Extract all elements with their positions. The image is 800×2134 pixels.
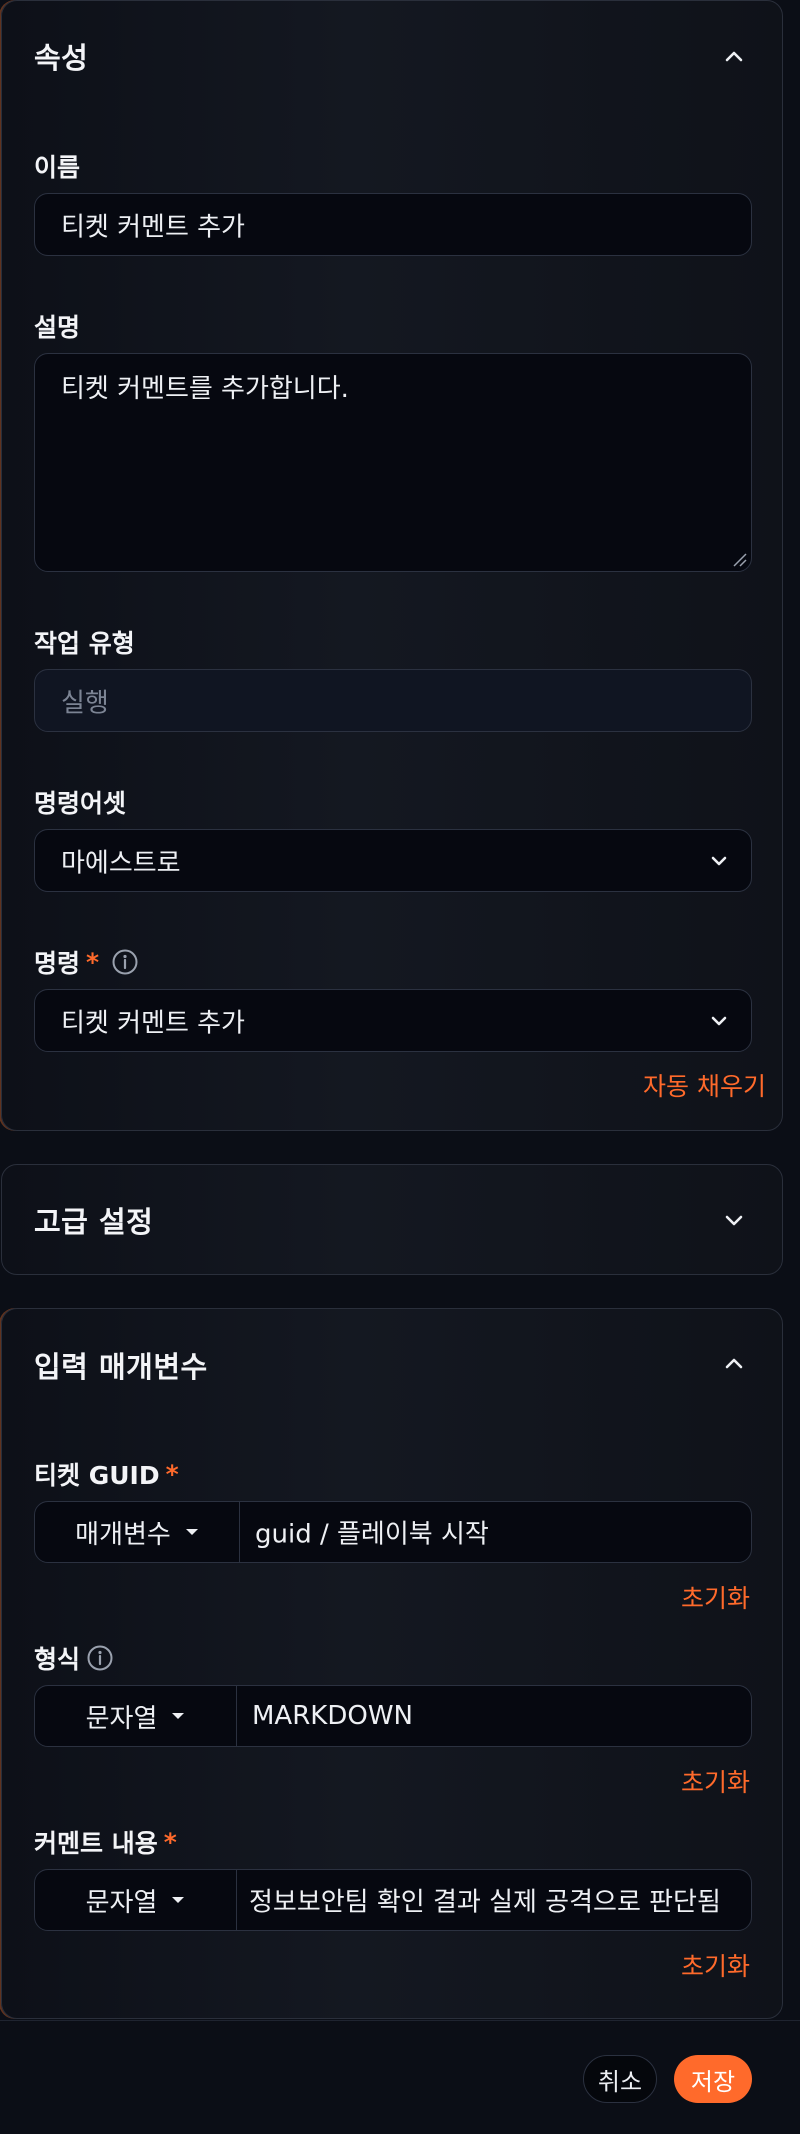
- reset-link[interactable]: 초기화: [681, 1579, 750, 1615]
- properties-header[interactable]: 속성: [2, 1, 782, 111]
- asset-select[interactable]: 마에스트로: [34, 829, 752, 892]
- name-input-value: 티켓 커멘트 추가: [61, 212, 245, 242]
- caret-down-icon: [185, 1529, 198, 1535]
- param-label-text: 형식: [34, 1645, 81, 1674]
- reset-link[interactable]: 초기화: [681, 1763, 750, 1799]
- chevron-down-icon[interactable]: [714, 1200, 754, 1240]
- info-icon[interactable]: [111, 948, 139, 976]
- name-label: 이름: [34, 148, 80, 184]
- cancel-button[interactable]: 취소: [583, 2055, 657, 2103]
- param-type-value: 문자열: [85, 1703, 158, 1734]
- properties-title: 속성: [34, 41, 89, 75]
- command-label: 명령 *: [34, 944, 139, 980]
- param-value-input[interactable]: guid / 플레이북 시작: [255, 1514, 751, 1551]
- save-button[interactable]: 저장: [674, 2055, 752, 2103]
- param-row-ticket-guid: 매개변수 guid / 플레이북 시작: [34, 1501, 752, 1563]
- caret-down-icon: [172, 1897, 185, 1903]
- caret-down-icon: [172, 1713, 185, 1719]
- param-label-text: 커멘트 내용: [34, 1829, 158, 1858]
- description-value: 티켓 커멘트를 추가합니다.: [61, 374, 349, 404]
- param-type-value: 문자열: [85, 1887, 158, 1918]
- reset-link[interactable]: 초기화: [681, 1947, 750, 1983]
- param-type-select[interactable]: 문자열: [35, 1686, 237, 1746]
- input-parameters-title: 입력 매개변수: [34, 1350, 208, 1384]
- description-textarea[interactable]: 티켓 커멘트를 추가합니다.: [34, 353, 752, 572]
- chevron-up-icon[interactable]: [714, 1344, 754, 1384]
- resize-handle-icon[interactable]: [731, 551, 747, 567]
- param-label-ticket-guid: 티켓 GUID *: [34, 1456, 179, 1492]
- asset-label: 명령어셋: [34, 784, 126, 820]
- asset-label-text: 명령어셋: [34, 789, 127, 818]
- required-asterisk: *: [163, 1827, 177, 1857]
- input-parameters-card: 입력 매개변수 티켓 GUID * 매개변수 guid / 플레이북 시작 초기…: [1, 1308, 783, 2019]
- param-value-input[interactable]: MARKDOWN: [252, 1701, 751, 1731]
- param-label-format: 형식: [34, 1640, 114, 1676]
- input-parameters-header[interactable]: 입력 매개변수: [2, 1309, 782, 1419]
- name-label-text: 이름: [34, 153, 81, 182]
- param-row-comment-content: 문자열 정보보안팀 확인 결과 실제 공격으로 판단됨: [34, 1869, 752, 1931]
- chevron-up-icon[interactable]: [714, 37, 754, 77]
- required-asterisk: *: [165, 1459, 179, 1489]
- action-settings-panel: 속성 이름 티켓 커멘트 추가 설명 티켓 커멘트를 추가합니다. 작업 유형 …: [0, 0, 800, 2134]
- job-type-value: 실행: [61, 688, 109, 718]
- job-type-field: 실행: [34, 669, 752, 732]
- footer-bar: 취소 저장: [0, 2020, 800, 2134]
- param-label-text: 티켓 GUID: [34, 1461, 160, 1490]
- job-type-label: 작업 유형: [34, 624, 135, 660]
- param-type-select[interactable]: 매개변수: [35, 1502, 240, 1562]
- chevron-down-icon: [711, 1016, 727, 1025]
- param-type-value: 매개변수: [75, 1519, 171, 1550]
- advanced-settings-title: 고급 설정: [34, 1205, 154, 1239]
- param-value-input[interactable]: 정보보안팀 확인 결과 실제 공격으로 판단됨: [249, 1882, 751, 1919]
- name-input[interactable]: 티켓 커멘트 추가: [34, 193, 752, 256]
- job-type-label-text: 작업 유형: [34, 629, 135, 658]
- asset-select-value: 마에스트로: [61, 848, 181, 878]
- command-select-value: 티켓 커멘트 추가: [61, 1008, 245, 1038]
- advanced-settings-card[interactable]: 고급 설정: [1, 1164, 783, 1275]
- info-icon[interactable]: [86, 1644, 114, 1672]
- param-row-format: 문자열 MARKDOWN: [34, 1685, 752, 1747]
- param-type-select[interactable]: 문자열: [35, 1870, 237, 1930]
- chevron-down-icon: [711, 856, 727, 865]
- command-label-text: 명령: [34, 949, 81, 978]
- properties-card: 속성 이름 티켓 커멘트 추가 설명 티켓 커멘트를 추가합니다. 작업 유형 …: [1, 0, 783, 1131]
- param-label-comment-content: 커멘트 내용 *: [34, 1824, 177, 1860]
- command-select[interactable]: 티켓 커멘트 추가: [34, 989, 752, 1052]
- required-asterisk: *: [86, 947, 100, 977]
- description-label-text: 설명: [34, 313, 81, 342]
- autofill-link[interactable]: 자동 채우기: [643, 1067, 766, 1103]
- description-label: 설명: [34, 308, 80, 344]
